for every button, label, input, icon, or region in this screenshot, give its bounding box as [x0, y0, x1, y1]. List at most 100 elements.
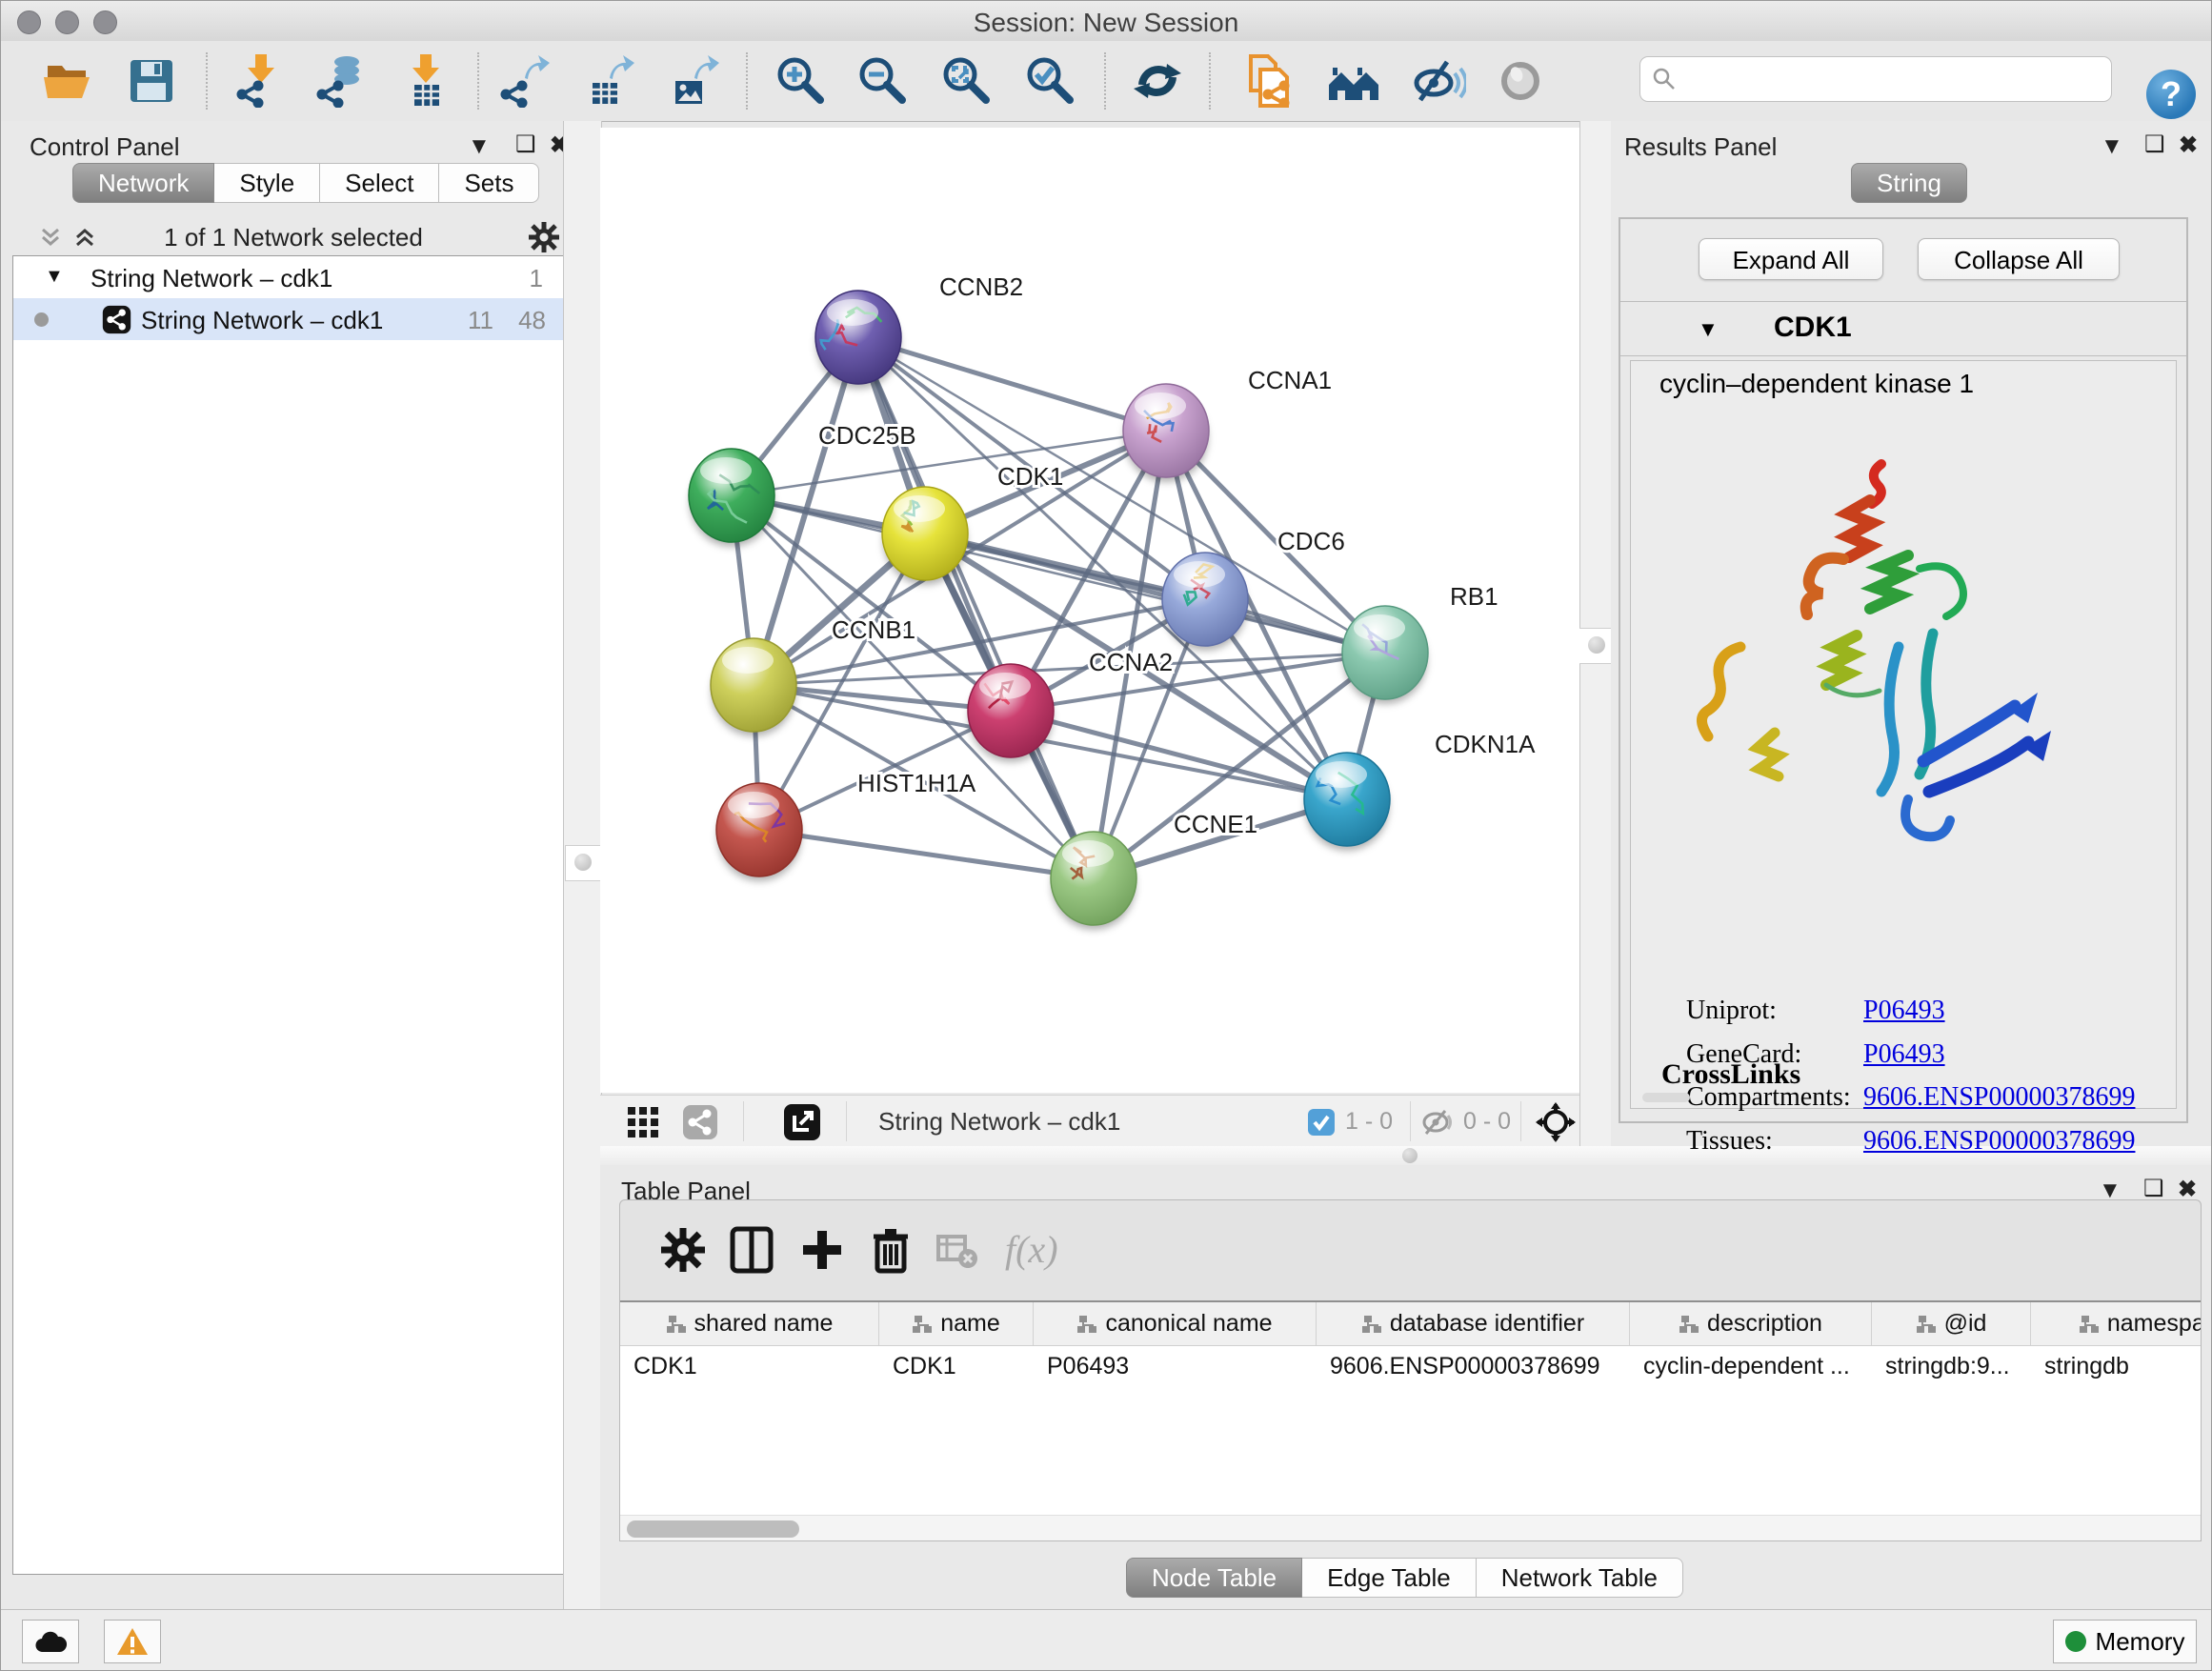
open-in-new-window-icon[interactable] [783, 1103, 821, 1141]
toolbar-separator [746, 52, 748, 110]
table-row[interactable]: CDK1CDK1P064939606.ENSP00000378699cyclin… [620, 1346, 2201, 1386]
network-node-CCNE1[interactable]: CCNE1 [1051, 810, 1257, 930]
column-header-shared-name[interactable]: shared name [620, 1302, 879, 1345]
export-table-icon[interactable] [581, 54, 634, 108]
application-window: Session: New Session ? Control Panel ▼ ❑… [0, 0, 2212, 1671]
expand-all-button[interactable]: Expand All [1699, 238, 1883, 280]
zoom-in-icon[interactable] [774, 54, 828, 108]
table-options-gear-icon[interactable] [658, 1225, 708, 1275]
search-input[interactable] [1682, 61, 2105, 97]
network-tree-row[interactable]: ▼ String Network – cdk1 1 [13, 256, 564, 298]
warnings-button[interactable] [104, 1620, 161, 1663]
delete-table-icon[interactable] [936, 1235, 978, 1269]
collapse-all-button[interactable]: Collapse All [1918, 238, 2120, 280]
refresh-icon[interactable] [1131, 54, 1184, 108]
import-network-icon[interactable] [232, 54, 286, 108]
horizontal-splitter-handle[interactable] [1402, 1148, 1418, 1163]
zoom-selected-icon[interactable] [1024, 54, 1077, 108]
collapse-section-icon[interactable]: ▼ [1698, 317, 1719, 342]
network-label: String Network – cdk1 [141, 306, 383, 335]
network-canvas[interactable]: CCNB2 CCNA1 CDC25B CDK1 CDC6 RB1 CCNB1 [600, 128, 1579, 1093]
tab-sets[interactable]: Sets [439, 163, 539, 203]
tab-node-table[interactable]: Node Table [1126, 1558, 1302, 1598]
selected-checkbox-icon[interactable] [1307, 1108, 1336, 1137]
network-node-CCNA1[interactable]: CCNA1 [1123, 366, 1332, 482]
function-builder-icon[interactable]: f(x) [1005, 1227, 1058, 1272]
column-header-canonical-name[interactable]: canonical name [1034, 1302, 1317, 1345]
import-table-icon[interactable] [397, 54, 451, 108]
float-panel-icon[interactable]: ❑ [515, 132, 536, 157]
network-tree-row[interactable]: String Network – cdk1 11 48 [13, 298, 564, 340]
save-icon[interactable] [125, 54, 178, 108]
hidden-eye-slash-icon[interactable] [1421, 1108, 1454, 1137]
node-label-CDC25B: CDC25B [818, 421, 916, 450]
column-header-namespace[interactable]: namespace [2031, 1302, 2202, 1345]
gene-section-header[interactable]: ▼ CDK1 [1620, 301, 2186, 356]
node-label-CCNB2: CCNB2 [939, 272, 1023, 301]
results-panel: Results Panel ▼ ❑ ✖ String Expand All Co… [1611, 121, 2212, 1146]
body-hscrollbar-thumb[interactable] [1642, 1093, 1690, 1102]
close-panel-icon[interactable]: ✖ [2179, 133, 2198, 158]
network-edge-CCNA1-CDC25B[interactable] [732, 431, 1166, 495]
crosslink-value-link[interactable]: P06493 [1863, 996, 1945, 1025]
crosslink-value-link[interactable]: 9606.ENSP00000378699 [1863, 1082, 2135, 1112]
panel-menu-icon[interactable]: ▼ [468, 134, 491, 159]
tab-network[interactable]: Network [72, 163, 214, 203]
help-button[interactable]: ? [2146, 70, 2196, 119]
export-image-icon[interactable] [666, 54, 719, 108]
node-table-container: f(x) shared name name canonical name dat… [619, 1199, 2202, 1541]
network-selection-bar: 1 of 1 Network selected [12, 220, 563, 254]
table-hscrollbar[interactable] [620, 1515, 2201, 1541]
tab-style[interactable]: Style [214, 163, 320, 203]
tab-select[interactable]: Select [320, 163, 439, 203]
zoom-out-icon[interactable] [856, 54, 910, 108]
float-panel-icon[interactable]: ❑ [2143, 1177, 2164, 1201]
import-database-icon[interactable] [312, 54, 366, 108]
network-edge-HIST1H1A-CCNE1[interactable] [759, 830, 1094, 878]
network-badge-icon[interactable] [682, 1104, 718, 1140]
column-header-database-identifier[interactable]: database identifier [1317, 1302, 1630, 1345]
column-header-description[interactable]: description [1630, 1302, 1872, 1345]
network-node-RB1[interactable]: RB1 [1342, 582, 1498, 704]
open-folder-icon[interactable] [41, 54, 94, 108]
network-view-toolbar: String Network – cdk1 1 - 0 0 - 0 [600, 1095, 1579, 1147]
add-column-icon[interactable] [797, 1225, 847, 1275]
delete-column-icon[interactable] [866, 1225, 915, 1275]
network-node-CDKN1A[interactable]: CDKN1A [1304, 730, 1536, 851]
fit-content-crosshair-icon[interactable] [1536, 1102, 1576, 1142]
left-splitter[interactable] [563, 121, 602, 1609]
column-header--id[interactable]: @id [1872, 1302, 2031, 1345]
network-edge-CCNB2-CCNA1[interactable] [858, 337, 1166, 431]
zoom-fit-icon[interactable] [940, 54, 994, 108]
file-network-icon[interactable] [1241, 54, 1295, 108]
table-cell: CDK1 [620, 1346, 879, 1386]
left-splitter-handle[interactable] [565, 845, 601, 881]
memory-status-dot [2065, 1631, 2086, 1652]
panel-menu-icon[interactable]: ▼ [2101, 134, 2123, 159]
collapse-node-icon[interactable]: ▼ [45, 266, 64, 288]
network-options-gear-icon[interactable] [527, 220, 561, 254]
search-field[interactable] [1639, 56, 2112, 102]
collapse-all-chevron-icon[interactable] [71, 224, 98, 251]
tab-string[interactable]: String [1851, 163, 1967, 203]
network-node-CCNB2[interactable]: CCNB2 [815, 272, 1023, 389]
table-hscrollbar-thumb[interactable] [627, 1520, 799, 1538]
tab-edge-table[interactable]: Edge Table [1302, 1558, 1477, 1598]
network-node-HIST1H1A[interactable]: HIST1H1A [716, 769, 976, 881]
houses-icon[interactable] [1327, 54, 1380, 108]
show-columns-icon[interactable] [727, 1225, 776, 1275]
crosslink-value-link[interactable]: P06493 [1863, 1039, 1945, 1069]
lens-icon[interactable] [1494, 54, 1547, 108]
column-header-name[interactable]: name [879, 1302, 1034, 1345]
crosslink-value-link[interactable]: 9606.ENSP00000378699 [1863, 1126, 2135, 1156]
cloud-status-button[interactable] [22, 1620, 79, 1663]
float-panel-icon[interactable]: ❑ [2144, 132, 2165, 157]
memory-button[interactable]: Memory [2053, 1620, 2197, 1663]
export-network-icon[interactable] [496, 54, 550, 108]
grid-view-icon[interactable] [627, 1106, 659, 1138]
expand-all-chevron-icon[interactable] [37, 224, 64, 251]
right-splitter-handle[interactable] [1579, 628, 1615, 664]
eye-slash-icon[interactable] [1413, 54, 1466, 108]
tab-network-table[interactable]: Network Table [1477, 1558, 1683, 1598]
edge-count: 48 [518, 306, 546, 335]
